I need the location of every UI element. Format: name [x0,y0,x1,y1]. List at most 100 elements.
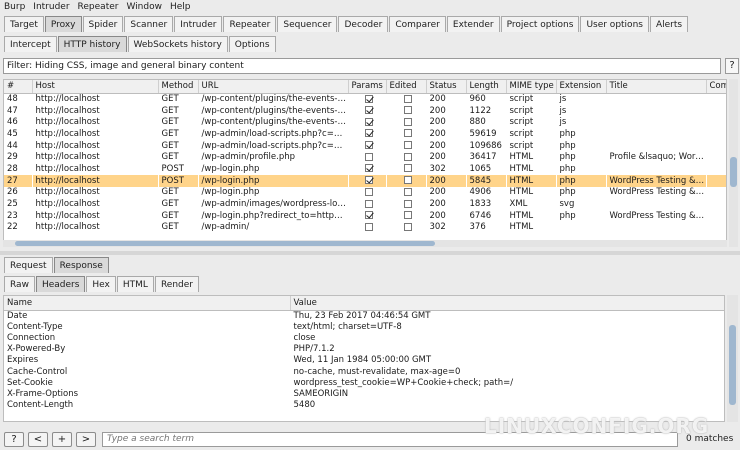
next-match-button[interactable]: > [76,431,96,447]
cell-ext: js [559,117,567,128]
header-row[interactable]: X-Powered-By PHP/7.1.2 [4,344,724,355]
column-header-host[interactable]: Host [32,80,159,94]
cell-edited [386,222,426,234]
header-row[interactable]: Expires Wed, 11 Jan 1984 05:00:00 GMT [4,355,724,366]
tab-alerts[interactable]: Alerts [649,16,689,32]
view-tab-raw[interactable]: Raw [4,276,35,292]
tab-intruder[interactable]: Intruder [174,16,223,32]
column-header-url[interactable]: URL [198,80,349,94]
filter-help-button[interactable]: ? [725,58,739,74]
view-tab-render[interactable]: Render [154,276,199,292]
cell-ext: php [559,210,576,221]
view-tab-headers[interactable]: Headers [35,276,86,292]
proxy-tab-intercept[interactable]: Intercept [4,36,57,52]
column-header-title[interactable]: Title [606,80,707,94]
proxy-tab-options[interactable]: Options [228,36,276,52]
history-horizontal-scrollbar[interactable] [3,240,727,247]
tab-proxy[interactable]: Proxy [44,16,82,32]
header-row[interactable]: Content-Type text/html; charset=UTF-8 [4,321,724,332]
cell-mime: script [509,128,534,139]
filter-text: Filter: Hiding CSS, image and general bi… [7,61,244,71]
column-header-status[interactable]: Status [426,80,467,94]
cell-params [348,140,386,152]
cell-title [606,128,706,140]
tab-scanner[interactable]: Scanner [124,16,174,32]
cell-mime: XML [509,199,528,210]
cell-edited [386,198,426,210]
cell-host: http://localhost [35,163,100,174]
cell-length: 59619 [469,128,497,139]
cell-id: 46 [7,117,18,128]
cell-edited [386,93,426,105]
header-row[interactable]: Content-Length 5480 [4,400,724,411]
table-row[interactable]: 28 http://localhost POST/wp-login.php 302 10… [4,163,726,175]
cell-id: 29 [7,152,18,163]
view-tab-html[interactable]: HTML [116,276,154,292]
header-row[interactable]: Date Thu, 23 Feb 2017 04:46:54 GMT [4,310,724,321]
tab-request[interactable]: Request [4,257,53,273]
tab-target[interactable]: Target [4,16,44,32]
column-header-extension[interactable]: Extension [556,80,607,94]
column-header-method[interactable]: Method [158,80,199,94]
proxy-tab-websockets-history[interactable]: WebSockets history [127,36,228,52]
menu-help[interactable]: Help [170,2,191,12]
header-value: SAMEORIGIN [293,388,349,399]
table-row[interactable]: 26 http://localhost GET/wp-login.php 200 490… [4,187,726,199]
view-tab-hex[interactable]: Hex [86,276,116,292]
cell-status: 200 [426,174,466,187]
menu-burp[interactable]: Burp [4,2,25,12]
proxy-tab-bar: Intercept HTTP history WebSockets history O… [4,36,277,52]
table-row[interactable]: 46 http://localhost GET/wp-content/plugins… [4,116,726,128]
tab-comparer[interactable]: Comparer [389,16,446,32]
table-row[interactable]: 45 http://localhost GET/wp-admin/load-scri… [4,128,726,140]
table-row[interactable]: 23 http://localhost GET/wp-login.php?redir… [4,210,726,222]
menu-bar: Burp Intruder Repeater Window Help [0,0,740,14]
menu-repeater[interactable]: Repeater [78,2,119,12]
column-header-edited[interactable]: Edited [386,80,427,94]
history-vertical-scrollbar[interactable] [729,79,738,247]
cell-host: http://localhost [35,199,100,210]
previous-match-button[interactable]: < [28,431,48,447]
table-row[interactable]: 27 http://localhost POST/wp-login.php 200 58… [4,174,726,187]
headers-vertical-scrollbar[interactable] [727,295,738,422]
column-header-com[interactable]: Com [706,80,726,94]
menu-intruder[interactable]: Intruder [33,2,69,12]
tab-spider[interactable]: Spider [82,16,124,32]
column-header-params[interactable]: Params [348,80,387,94]
add-button[interactable]: + [52,431,72,447]
tab-decoder[interactable]: Decoder [338,16,389,32]
tab-repeater[interactable]: Repeater [223,16,277,32]
column-header-value[interactable]: Value [290,296,724,311]
cell-id: 48 [7,94,18,105]
menu-window[interactable]: Window [126,2,162,12]
search-help-button[interactable]: ? [4,431,24,447]
cell-comment [706,187,726,199]
table-row[interactable]: 47 http://localhost GET/wp-content/plugins… [4,105,726,117]
tab-project-options[interactable]: Project options [500,16,580,32]
cell-comment [706,163,726,175]
header-row[interactable]: Set-Cookie wordpress_test_cookie=WP+Cooki… [4,377,724,388]
column-header-number[interactable]: # [4,80,33,94]
column-header-mime-type[interactable]: MIME type [506,80,557,94]
tab-response[interactable]: Response [53,257,109,273]
table-row[interactable]: 29 http://localhost GET/wp-admin/profile.p… [4,151,726,163]
table-row[interactable]: 22 http://localhost GET/wp-admin/302 376 HTM… [4,222,726,234]
params-checkbox [364,152,373,161]
cell-length: 1122 [469,105,492,116]
table-row[interactable]: 25 http://localhost GET/wp-admin/images/wo… [4,198,726,210]
tab-user-options[interactable]: User options [580,16,649,32]
tab-extender[interactable]: Extender [446,16,500,32]
header-row[interactable]: X-Frame-Options SAMEORIGIN [4,388,724,399]
tab-sequencer[interactable]: Sequencer [277,16,338,32]
pane-divider[interactable] [0,251,740,255]
filter-bar[interactable]: Filter: Hiding CSS, image and general bi… [3,58,721,74]
table-row[interactable]: 48 http://localhost GET/wp-content/plugins… [4,93,726,105]
header-row[interactable]: Connection close [4,332,724,343]
column-header-name[interactable]: Name [4,296,291,311]
proxy-tab-http-history[interactable]: HTTP history [57,36,127,52]
header-row[interactable]: Cache-Control no-cache, must-revalidate, … [4,366,724,377]
table-row[interactable]: 44 http://localhost GET/wp-admin/load-scri… [4,140,726,152]
column-header-length[interactable]: Length [466,80,507,94]
cell-status: 200 [429,105,446,116]
cell-method: POST [161,163,184,174]
